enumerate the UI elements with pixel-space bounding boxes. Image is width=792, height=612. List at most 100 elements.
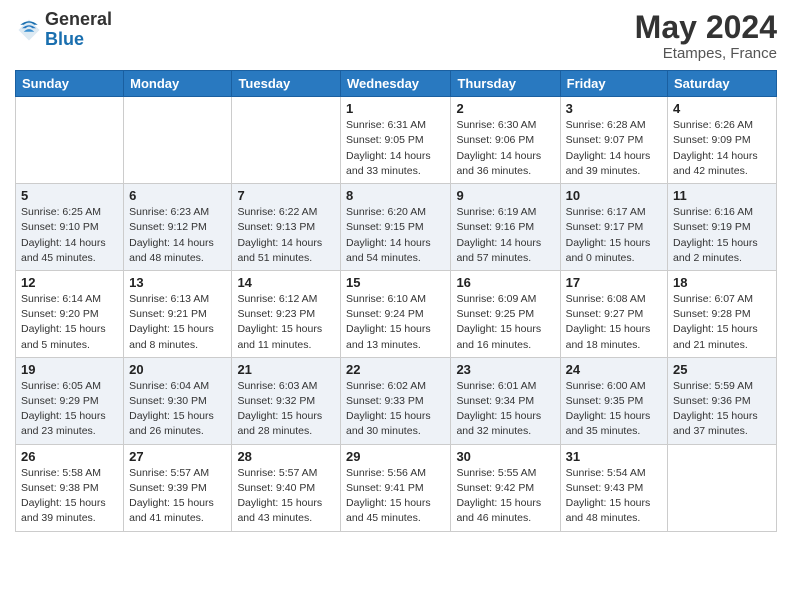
- day-info: Sunrise: 6:26 AMSunset: 9:09 PMDaylight:…: [673, 118, 771, 179]
- table-row: 23Sunrise: 6:01 AMSunset: 9:34 PMDayligh…: [451, 357, 560, 444]
- day-number: 9: [456, 188, 554, 203]
- day-info: Sunrise: 6:22 AMSunset: 9:13 PMDaylight:…: [237, 205, 335, 266]
- table-row: 5Sunrise: 6:25 AMSunset: 9:10 PMDaylight…: [16, 184, 124, 271]
- daylight-text: Daylight: 15 hours and 21 minutes.: [673, 323, 758, 350]
- month-year: May 2024: [635, 10, 777, 45]
- day-number: 22: [346, 362, 445, 377]
- weekday-header-row: Sunday Monday Tuesday Wednesday Thursday…: [16, 71, 777, 97]
- daylight-text: Daylight: 15 hours and 0 minutes.: [566, 237, 651, 264]
- day-info: Sunrise: 6:16 AM Sunset: 9:19 PM Daylight:…: [673, 205, 771, 266]
- day-number: 6: [129, 188, 226, 203]
- daylight-text: Daylight: 15 hours and 13 minutes.: [346, 323, 431, 350]
- day-number: 29: [346, 449, 445, 464]
- header-tuesday: Tuesday: [232, 71, 341, 97]
- sunset-text: Sunset: 9:27 PM: [566, 308, 644, 320]
- header: General Blue May 2024 Etampes, France: [15, 10, 777, 62]
- table-row: 4Sunrise: 6:26 AMSunset: 9:09 PMDaylight…: [668, 97, 777, 184]
- day-number: 24: [566, 362, 662, 377]
- table-row: 26 Sunrise: 5:58 AMSunset: 9:38 PMDayligh…: [16, 444, 124, 531]
- sunrise-text: Sunrise: 5:57 AM: [237, 467, 317, 479]
- week-row-4: 19Sunrise: 6:05 AMSunset: 9:29 PMDayligh…: [16, 357, 777, 444]
- sunrise-text: Sunrise: 6:14 AM: [21, 293, 101, 305]
- sunrise-text: Sunrise: 6:16 AM: [673, 206, 753, 218]
- table-row: 15Sunrise: 6:10 AMSunset: 9:24 PMDayligh…: [341, 270, 451, 357]
- sunrise-text: Sunrise: 6:22 AM: [237, 206, 317, 218]
- daylight-text: Daylight: 15 hours and 23 minutes.: [21, 410, 106, 437]
- sunrise-text: Sunrise: 6:25 AM: [21, 206, 101, 218]
- day-number: 12: [21, 275, 118, 290]
- sunset-text: Sunset: 9:41 PM: [346, 482, 424, 494]
- sunset-text: Sunset: 9:30 PM: [129, 395, 207, 407]
- day-number: 13: [129, 275, 226, 290]
- sunset-text: Sunset: 9:25 PM: [456, 308, 534, 320]
- sunset-text: Sunset: 9:38 PM: [21, 482, 99, 494]
- day-number: 17: [566, 275, 662, 290]
- daylight-text: Daylight: 15 hours and 2 minutes.: [673, 237, 758, 264]
- sunrise-text: Sunrise: 5:57 AM: [129, 467, 209, 479]
- table-row: [124, 97, 232, 184]
- daylight-text: Daylight: 14 hours and 57 minutes.: [456, 237, 541, 264]
- day-number: 1: [346, 101, 445, 116]
- daylight-text: Daylight: 14 hours and 51 minutes.: [237, 237, 322, 264]
- day-info: Sunrise: 6:12 AMSunset: 9:23 PMDaylight:…: [237, 292, 335, 353]
- sunrise-text: Sunrise: 6:23 AM: [129, 206, 209, 218]
- sunset-text: Sunset: 9:10 PM: [21, 221, 99, 233]
- sunset-text: Sunset: 9:24 PM: [346, 308, 424, 320]
- header-saturday: Saturday: [668, 71, 777, 97]
- table-row: 21Sunrise: 6:03 AMSunset: 9:32 PMDayligh…: [232, 357, 341, 444]
- table-row: 1Sunrise: 6:31 AMSunset: 9:05 PMDaylight…: [341, 97, 451, 184]
- table-row: 2Sunrise: 6:30 AMSunset: 9:06 PMDaylight…: [451, 97, 560, 184]
- day-info: Sunrise: 6:09 AMSunset: 9:25 PMDaylight:…: [456, 292, 554, 353]
- day-info: Sunrise: 6:02 AMSunset: 9:33 PMDaylight:…: [346, 379, 445, 440]
- daylight-text: Daylight: 14 hours and 48 minutes.: [129, 237, 214, 264]
- daylight-text: Daylight: 15 hours and 39 minutes.: [21, 497, 106, 524]
- day-info: Sunrise: 5:57 AM Sunset: 9:40 PM Daylight:…: [237, 466, 335, 527]
- day-info: Sunrise: 6:05 AMSunset: 9:29 PMDaylight:…: [21, 379, 118, 440]
- day-number: 26: [21, 449, 118, 464]
- day-number: 7: [237, 188, 335, 203]
- day-info: Sunrise: 6:30 AMSunset: 9:06 PMDaylight:…: [456, 118, 554, 179]
- day-number: 27: [129, 449, 226, 464]
- sunset-text: Sunset: 9:29 PM: [21, 395, 99, 407]
- table-row: [668, 444, 777, 531]
- daylight-text: Daylight: 15 hours and 43 minutes.: [237, 497, 322, 524]
- calendar: Sunday Monday Tuesday Wednesday Thursday…: [15, 70, 777, 531]
- day-number: 30: [456, 449, 554, 464]
- sunset-text: Sunset: 9:19 PM: [673, 221, 751, 233]
- day-number: 8: [346, 188, 445, 203]
- title-block: May 2024 Etampes, France: [635, 10, 777, 62]
- sunrise-text: Sunrise: 6:31 AM: [346, 119, 426, 131]
- logo: General Blue: [15, 10, 112, 50]
- table-row: 22 Sunrise: 6:02 AMSunset: 9:33 PMDayligh…: [341, 357, 451, 444]
- daylight-text: Daylight: 15 hours and 28 minutes.: [237, 410, 322, 437]
- day-info: Sunrise: 5:58 AMSunset: 9:38 PMDaylight:…: [21, 466, 118, 527]
- sunset-text: Sunset: 9:36 PM: [673, 395, 751, 407]
- logo-blue: Blue: [45, 30, 112, 50]
- day-info: Sunrise: 5:54 AMSunset: 9:43 PMDaylight:…: [566, 466, 662, 527]
- header-friday: Friday: [560, 71, 667, 97]
- table-row: 16Sunrise: 6:09 AMSunset: 9:25 PMDayligh…: [451, 270, 560, 357]
- logo-icon: [15, 16, 43, 44]
- header-wednesday: Wednesday: [341, 71, 451, 97]
- daylight-text: Daylight: 15 hours and 48 minutes.: [566, 497, 651, 524]
- sunrise-text: Sunrise: 6:20 AM: [346, 206, 426, 218]
- table-row: 17 Sunrise: 6:08 AMSunset: 9:27 PMDayligh…: [560, 270, 667, 357]
- daylight-text: Daylight: 15 hours and 32 minutes.: [456, 410, 541, 437]
- sunrise-text: Sunrise: 6:28 AM: [566, 119, 646, 131]
- day-info: Sunrise: 6:28 AMSunset: 9:07 PMDaylight:…: [566, 118, 662, 179]
- logo-text: General Blue: [45, 10, 112, 50]
- header-monday: Monday: [124, 71, 232, 97]
- table-row: 27Sunrise: 5:57 AMSunset: 9:39 PMDayligh…: [124, 444, 232, 531]
- day-info: Sunrise: 6:04 AMSunset: 9:30 PMDaylight:…: [129, 379, 226, 440]
- table-row: 11Sunrise: 6:16 AMSunset: 9:19 PMDayligh…: [668, 184, 777, 271]
- daylight-text: Daylight: 15 hours and 35 minutes.: [566, 410, 651, 437]
- day-info: Sunrise: 6:13 AMSunset: 9:21 PMDaylight:…: [129, 292, 226, 353]
- day-info: Sunrise: 6:07 AMSunset: 9:28 PMDaylight:…: [673, 292, 771, 353]
- daylight-text: Daylight: 15 hours and 46 minutes.: [456, 497, 541, 524]
- sunset-text: Sunset: 9:40 PM: [237, 482, 315, 494]
- table-row: 13 Sunrise: 6:13 AMSunset: 9:21 PMDayligh…: [124, 270, 232, 357]
- day-info: Sunrise: 6:08 AMSunset: 9:27 PMDaylight:…: [566, 292, 662, 353]
- day-number: 14: [237, 275, 335, 290]
- sunset-text: Sunset: 9:23 PM: [237, 308, 315, 320]
- day-info: Sunrise: 5:55 AMSunset: 9:42 PMDaylight:…: [456, 466, 554, 527]
